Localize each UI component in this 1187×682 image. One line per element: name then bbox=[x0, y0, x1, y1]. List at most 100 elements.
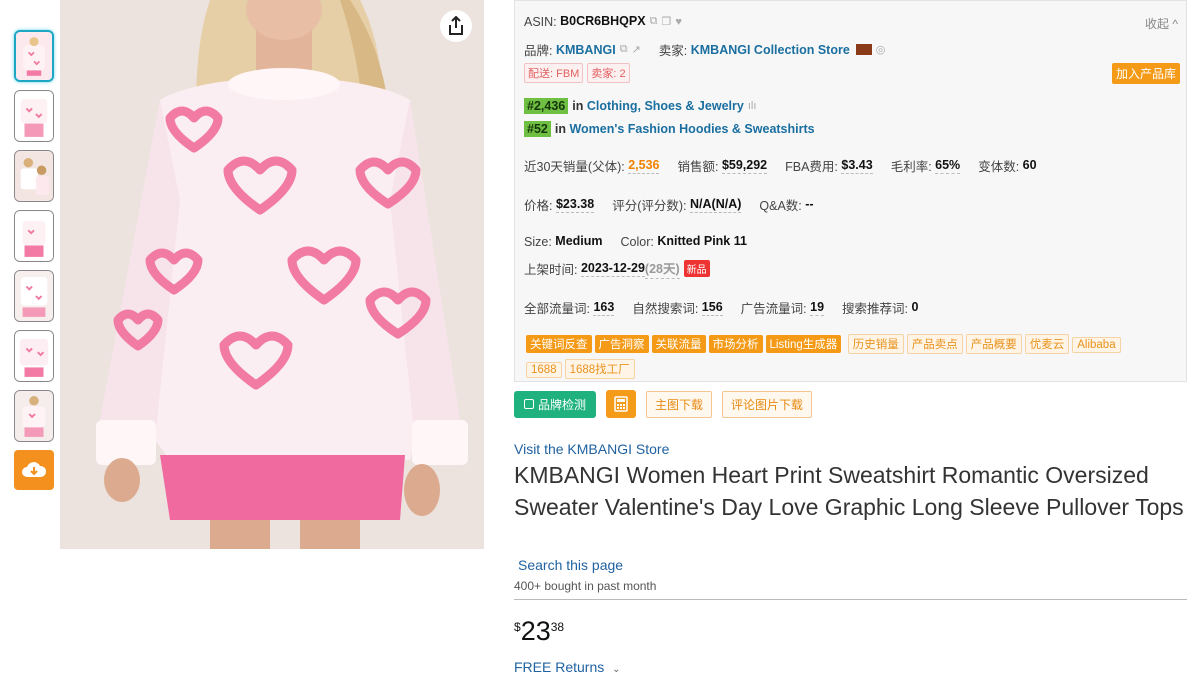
thumbnail-3[interactable] bbox=[14, 150, 54, 202]
copy-icon[interactable]: ⧉ bbox=[650, 15, 658, 28]
cloud-download-icon bbox=[22, 462, 47, 477]
tool-1688[interactable]: 1688 bbox=[526, 362, 562, 378]
brand-check-label: 品牌检测 bbox=[538, 397, 587, 412]
size-label: Size: bbox=[524, 234, 552, 249]
product-title: KMBANGI Women Heart Print Sweatshirt Rom… bbox=[514, 462, 1184, 520]
price-label: 价格: bbox=[524, 199, 553, 213]
traffic-all-value[interactable]: 163 bbox=[593, 300, 615, 316]
rank-category-sub[interactable]: Women's Fashion Hoodies & Sweatshirts bbox=[569, 122, 814, 136]
rating-value: N/A(N/A) bbox=[690, 196, 742, 213]
seller-label: 卖家: bbox=[658, 44, 688, 58]
heart-icon[interactable]: ♥ bbox=[675, 16, 682, 28]
price-whole: 23 bbox=[520, 616, 551, 646]
tool-ad-insight[interactable]: 广告洞察 bbox=[594, 335, 649, 353]
tool-related-traffic[interactable]: 关联流量 bbox=[651, 335, 706, 353]
review-image-download-button[interactable]: 评论图片下载 bbox=[722, 390, 813, 418]
brand-label: 品牌: bbox=[524, 44, 553, 58]
visit-store-link[interactable]: Visit the KMBANGI Store bbox=[514, 441, 669, 457]
listed-days-value: (28天) bbox=[644, 258, 680, 279]
copy-brand-icon[interactable]: ⧉ bbox=[620, 43, 628, 56]
traffic-all-label: 全部流量词: bbox=[524, 302, 590, 316]
tool-tag-list: 关键词反查 广告洞察 关联流量 市场分析 Listing生成器 历史销量 产品卖点 产品概要… bbox=[526, 334, 1176, 384]
revenue-value: $59,292 bbox=[721, 157, 768, 174]
listed-date-value: 2023-12-29 bbox=[580, 260, 645, 277]
sales-label: 近30天销量(父体): bbox=[524, 160, 625, 174]
thumbnail-4[interactable] bbox=[14, 210, 54, 262]
free-returns-link[interactable]: FREE Returns ⌄ bbox=[514, 659, 621, 675]
add-to-product-library-button[interactable]: 加入产品库 bbox=[1111, 63, 1180, 84]
location-icon[interactable]: ◎ bbox=[876, 43, 886, 56]
thumbnail-list bbox=[14, 30, 58, 490]
cloud-download-button[interactable] bbox=[14, 450, 54, 490]
rating-label: 评分(评分数): bbox=[612, 199, 687, 213]
share-button[interactable] bbox=[440, 10, 472, 42]
tool-market-analysis[interactable]: 市场分析 bbox=[708, 335, 763, 353]
margin-value: 65% bbox=[935, 157, 961, 174]
tool-product-summary[interactable]: 产品概要 bbox=[965, 334, 1022, 354]
external-link-icon[interactable]: ↗ bbox=[632, 43, 641, 56]
brand-check-button[interactable]: 品牌检测 bbox=[514, 390, 597, 418]
revenue-label: 销售额: bbox=[677, 160, 719, 174]
color-label: Color: bbox=[620, 234, 654, 249]
thumbnail-6[interactable] bbox=[14, 330, 54, 382]
rank-in-text: in bbox=[572, 99, 584, 113]
thumbnail-5[interactable] bbox=[14, 270, 54, 322]
bar-chart-icon[interactable]: ılı bbox=[748, 100, 757, 112]
price-fraction: 38 bbox=[550, 620, 565, 634]
thumbnail-7[interactable] bbox=[14, 390, 54, 442]
fulfillment-tag: 配送: FBM bbox=[524, 63, 584, 83]
tool-selling-points[interactable]: 产品卖点 bbox=[906, 334, 963, 354]
recommend-value[interactable]: 0 bbox=[912, 300, 919, 315]
tool-youmaiyun[interactable]: 优麦云 bbox=[1024, 334, 1070, 354]
bought-count: 400+ bought in past month bbox=[514, 579, 657, 593]
listed-date-label: 上架时间: bbox=[524, 263, 578, 277]
qa-value: -- bbox=[805, 197, 814, 211]
duplicate-icon[interactable]: ❐ bbox=[661, 15, 671, 28]
action-bar: 品牌检测 主图下载 评论图片下载 bbox=[514, 390, 813, 418]
organic-value[interactable]: 156 bbox=[701, 300, 723, 316]
rank-in-text-sub: in bbox=[554, 122, 566, 136]
rank-badge-sub: #52 bbox=[524, 121, 551, 137]
ad-traffic-value[interactable]: 19 bbox=[810, 300, 825, 316]
seller-link[interactable]: KMBANGI Collection Store bbox=[691, 43, 850, 57]
seller-count-tag: 卖家: 2 bbox=[587, 63, 630, 83]
calculator-icon bbox=[614, 396, 628, 412]
organic-label: 自然搜索词: bbox=[632, 302, 699, 316]
brand-link[interactable]: KMBANGI bbox=[556, 43, 616, 57]
search-this-page-link[interactable]: Search this page bbox=[518, 557, 623, 573]
tool-1688-factory[interactable]: 1688找工厂 bbox=[564, 359, 635, 379]
size-value: Medium bbox=[555, 234, 603, 248]
variants-label: 变体数: bbox=[978, 160, 1020, 174]
fba-value: $3.43 bbox=[841, 157, 873, 174]
tool-alibaba[interactable]: Alibaba bbox=[1072, 337, 1121, 353]
tool-listing-generator[interactable]: Listing生成器 bbox=[765, 335, 842, 353]
variants-value: 60 bbox=[1022, 158, 1037, 172]
seller-tool-panel: 收起 ^ ASIN: B0CR6BHQPX ⧉ ❐ ♥ 品牌: KMBANGI … bbox=[514, 0, 1187, 382]
margin-label: 毛利率: bbox=[890, 160, 932, 174]
collapse-toggle[interactable]: 收起 ^ bbox=[1145, 15, 1178, 32]
rank-badge-main: #2,436 bbox=[524, 98, 569, 114]
price-symbol: $ bbox=[514, 620, 521, 634]
product-price: $ 23 38 bbox=[514, 616, 564, 646]
seller-flag-icon bbox=[855, 44, 872, 55]
thumbnail-1[interactable] bbox=[14, 30, 54, 82]
thumbnail-2[interactable] bbox=[14, 90, 54, 142]
main-product-image[interactable] bbox=[60, 0, 484, 549]
chevron-down-icon: ⌄ bbox=[612, 664, 621, 675]
recommend-label: 搜索推荐词: bbox=[842, 302, 909, 316]
color-value: Knitted Pink 11 bbox=[657, 234, 747, 248]
main-image-download-button[interactable]: 主图下载 bbox=[646, 390, 713, 418]
qa-label: Q&A数: bbox=[759, 199, 802, 213]
calculator-button[interactable] bbox=[606, 390, 637, 418]
tool-sales-history[interactable]: 历史销量 bbox=[847, 334, 904, 354]
asin-value[interactable]: B0CR6BHQPX bbox=[560, 14, 645, 29]
fba-label: FBA费用: bbox=[785, 160, 838, 174]
free-returns-label: FREE Returns bbox=[514, 659, 605, 675]
rank-category-main[interactable]: Clothing, Shoes & Jewelry bbox=[587, 99, 744, 113]
checkbox-icon bbox=[524, 399, 534, 409]
asin-label: ASIN: bbox=[524, 14, 557, 29]
price-value: $23.38 bbox=[555, 196, 595, 213]
ad-traffic-label: 广告流量词: bbox=[740, 302, 807, 316]
new-product-badge: 新品 bbox=[683, 260, 710, 277]
tool-keyword-reverse[interactable]: 关键词反查 bbox=[526, 335, 592, 353]
